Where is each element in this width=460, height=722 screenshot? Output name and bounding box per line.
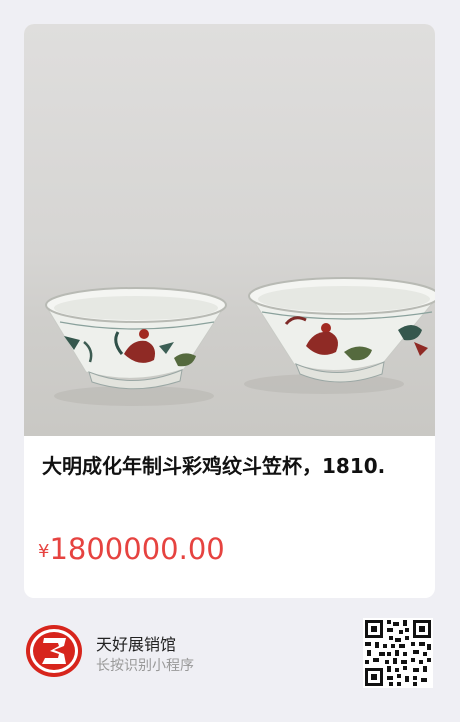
product-title[interactable]: 大明成化年制斗彩鸡纹斗笠杯，1810. — [42, 452, 422, 481]
share-footer: 天好展销馆 长按识别小程序 — [0, 598, 460, 722]
mini-program-hint: 长按识别小程序 — [96, 658, 194, 674]
left-cup — [45, 287, 228, 390]
product-card[interactable]: 大明成化年制斗彩鸡纹斗笠杯，1810. ¥1800000.00 — [24, 24, 435, 598]
right-cup — [248, 277, 435, 383]
price-amount: 1800000.00 — [49, 532, 225, 566]
currency-symbol: ¥ — [38, 541, 50, 562]
shop-name: 天好展销馆 — [96, 635, 177, 654]
product-price: ¥1800000.00 — [38, 532, 225, 566]
shop-logo-icon[interactable] — [24, 624, 84, 678]
product-image[interactable] — [24, 24, 435, 436]
cups-illustration — [45, 277, 435, 406]
qr-code-icon[interactable] — [363, 618, 433, 688]
